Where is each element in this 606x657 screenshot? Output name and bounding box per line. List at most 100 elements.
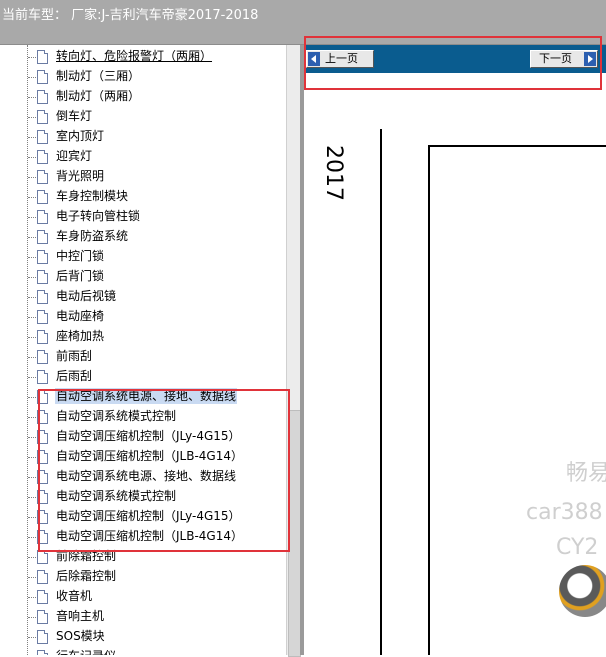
watermark-line-1: 畅易 xyxy=(566,461,606,486)
tree-item-label: 后除霜控制 xyxy=(56,569,117,583)
tree-item-label: SOS模块 xyxy=(56,629,105,643)
document-icon xyxy=(37,490,48,504)
document-icon xyxy=(37,450,48,464)
wiring-tree[interactable]: 转向灯、危险报警灯（两厢） 制动灯（三厢） 制动灯（两厢） 倒车灯室内顶灯迎宾灯背光照… xyxy=(0,45,286,655)
tree-item[interactable]: 电动座椅 xyxy=(28,307,286,327)
document-icon xyxy=(37,50,48,64)
document-icon xyxy=(37,430,48,444)
tree-item[interactable]: 电动空调压缩机控制（JLy-4G15） xyxy=(28,507,286,527)
tree-item[interactable]: 背光照明 xyxy=(28,167,286,187)
tree-item-label: 倒车灯 xyxy=(56,109,93,123)
tree-item-label: 自动空调压缩机控制（JLy-4G15） xyxy=(56,429,241,443)
document-icon xyxy=(37,590,48,604)
tree-item[interactable]: 音响主机 xyxy=(28,607,286,627)
tree-item-label: 制动灯（三厢） xyxy=(56,69,141,83)
tree-branch-line xyxy=(28,477,36,478)
tree-item-label: 电动后视镜 xyxy=(56,289,117,303)
tree-branch-line xyxy=(28,57,36,58)
tree-item[interactable]: 中控门锁 xyxy=(28,247,286,267)
tree-branch-line xyxy=(28,437,36,438)
title-bar: 当前车型： 厂家:J-吉利汽车帝豪2017-2018 xyxy=(0,0,606,45)
tree-item[interactable]: 电动空调系统模式控制 xyxy=(28,487,286,507)
tree-item[interactable]: 迎宾灯 xyxy=(28,147,286,167)
tree-branch-line xyxy=(28,397,36,398)
tree-branch-line xyxy=(28,237,36,238)
tree-item-label: 室内顶灯 xyxy=(56,129,105,143)
tree-item[interactable]: 车身防盗系统 xyxy=(28,227,286,247)
tree-branch-line xyxy=(28,317,36,318)
tree-branch-line xyxy=(28,377,36,378)
tree-item[interactable]: 电动空调系统电源、接地、数据线 xyxy=(28,467,286,487)
tree-item[interactable]: 自动空调系统模式控制 xyxy=(28,407,286,427)
tree-item[interactable]: 电动后视镜 xyxy=(28,287,286,307)
document-icon xyxy=(37,110,48,124)
document-icon xyxy=(37,470,48,484)
tree-item[interactable]: 制动灯（三厢） xyxy=(28,67,286,87)
tree-branch-line xyxy=(28,417,36,418)
tree-item[interactable]: 后雨刮 xyxy=(28,367,286,387)
tree-item-label: 收音机 xyxy=(56,589,93,603)
tree-item-label: 自动空调系统模式控制 xyxy=(56,409,177,423)
tree-item[interactable]: 行车记录仪 xyxy=(28,647,286,655)
tree-item-label: 电动空调压缩机控制（JLy-4G15） xyxy=(56,509,241,523)
arrow-left-icon xyxy=(308,52,320,66)
current-model-label: 当前车型： 厂家:J-吉利汽车帝豪2017-2018 xyxy=(2,8,259,23)
tree-item-label: 制动灯（两厢） xyxy=(56,89,141,103)
tree-branch-line xyxy=(28,637,36,638)
document-icon xyxy=(37,130,48,144)
tree-branch-line xyxy=(28,457,36,458)
tree-item[interactable]: 制动灯（两厢） xyxy=(28,87,286,107)
document-icon xyxy=(37,190,48,204)
document-icon xyxy=(37,570,48,584)
document-icon xyxy=(37,150,48,164)
page-nav-bar: 上一页 下一页 xyxy=(304,45,606,73)
tree-branch-line xyxy=(28,577,36,578)
tree-item-label: 电动空调系统电源、接地、数据线 xyxy=(56,469,237,483)
document-icon xyxy=(37,630,48,644)
tree-item[interactable]: 转向灯、危险报警灯（两厢） xyxy=(28,47,286,67)
prev-page-label: 上一页 xyxy=(325,52,358,65)
diagram-year: 2017 xyxy=(321,145,346,201)
tree-item-label: 电动空调压缩机控制（JLB-4G14） xyxy=(56,529,243,543)
tree-item[interactable]: 收音机 xyxy=(28,587,286,607)
tree-item[interactable]: 自动空调压缩机控制（JLy-4G15） xyxy=(28,427,286,447)
document-icon xyxy=(37,530,48,544)
document-icon xyxy=(37,550,48,564)
watermark-line-2: car388 xyxy=(526,500,603,525)
tree-item[interactable]: 室内顶灯 xyxy=(28,127,286,147)
tree-item-label: 电动空调系统模式控制 xyxy=(56,489,177,503)
tree-item-label: 迎宾灯 xyxy=(56,149,93,163)
tree-scrollbar[interactable] xyxy=(286,45,301,657)
tree-branch-line xyxy=(28,97,36,98)
tree-item[interactable]: 前雨刮 xyxy=(28,347,286,367)
tree-item[interactable]: 倒车灯 xyxy=(28,107,286,127)
prev-page-button[interactable]: 上一页 xyxy=(306,50,374,68)
tree-item-label: 后背门锁 xyxy=(56,269,105,283)
document-icon xyxy=(37,90,48,104)
tree-item[interactable]: 车身控制模块 xyxy=(28,187,286,207)
tree-item[interactable]: 后背门锁 xyxy=(28,267,286,287)
tree-item-label: 后雨刮 xyxy=(56,369,93,383)
tree-branch-line xyxy=(28,157,36,158)
tree-item-label: 自动空调压缩机控制（JLB-4G14） xyxy=(56,449,243,463)
tree-item[interactable]: 自动空调压缩机控制（JLB-4G14） xyxy=(28,447,286,467)
tree-branch-line xyxy=(28,217,36,218)
tree-item-label: 行车记录仪 xyxy=(55,648,117,655)
document-icon xyxy=(37,390,48,404)
tree-item[interactable]: 前除霜控制 xyxy=(28,547,286,567)
tree-item[interactable]: 电动空调压缩机控制（JLB-4G14） xyxy=(28,527,286,547)
document-icon xyxy=(37,230,48,244)
watermark-logo-icon xyxy=(559,565,606,617)
document-icon xyxy=(37,350,48,364)
tree-item[interactable]: 电子转向管柱锁 xyxy=(28,207,286,227)
tree-branch-line xyxy=(28,277,36,278)
next-page-button[interactable]: 下一页 xyxy=(530,50,598,68)
tree-item-label: 转向灯、危险报警灯（两厢） xyxy=(56,49,213,63)
tree-item[interactable]: 自动空调系统电源、接地、数据线 xyxy=(28,387,286,407)
tree-branch-line xyxy=(28,357,36,358)
tree-item[interactable]: 座椅加热 xyxy=(28,327,286,347)
tree-item-label: 座椅加热 xyxy=(56,329,105,343)
tree-item[interactable]: 后除霜控制 xyxy=(28,567,286,587)
tree-item[interactable]: SOS模块 xyxy=(28,627,286,647)
tree-item-label: 音响主机 xyxy=(56,609,105,623)
